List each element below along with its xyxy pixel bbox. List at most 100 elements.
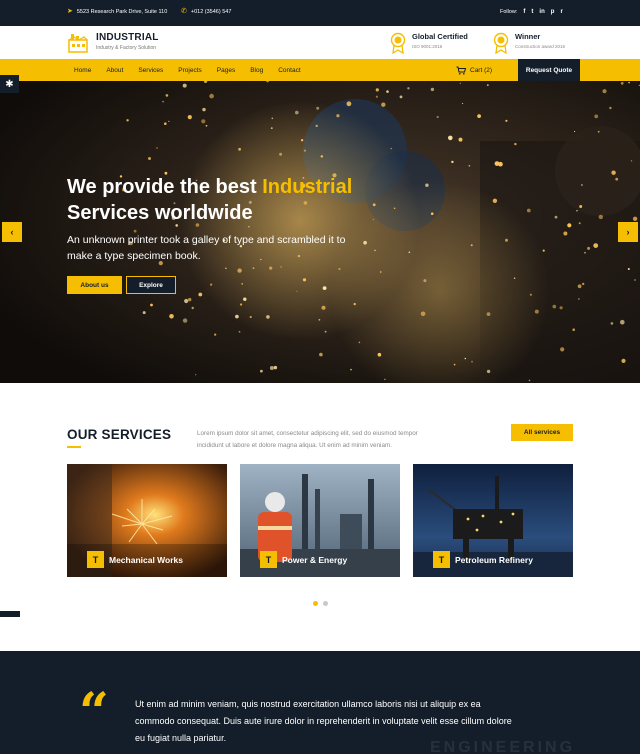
service-caption: T Mechanical Works	[87, 551, 183, 568]
spark	[209, 93, 214, 99]
spark	[303, 149, 306, 152]
nav-item-blog[interactable]: Blog	[250, 67, 263, 74]
spark	[321, 305, 326, 310]
spark	[567, 223, 572, 228]
spark	[142, 311, 146, 315]
spark	[238, 147, 242, 151]
service-card-mechanical[interactable]: T Mechanical Works	[67, 464, 227, 577]
phone-text[interactable]: +012 (3546) 547	[191, 9, 232, 15]
about-us-button[interactable]: About us	[67, 276, 122, 294]
spark	[513, 277, 516, 279]
spark	[486, 84, 489, 87]
spark	[578, 222, 581, 225]
award-winner: Winner Construction award 2016	[493, 32, 565, 54]
spark	[582, 282, 585, 286]
hero-subtitle: An unknown printer took a galley of type…	[67, 234, 346, 262]
spark	[386, 90, 389, 93]
spark	[374, 249, 376, 252]
spark	[237, 268, 242, 273]
spark	[269, 266, 273, 270]
nav-item-pages[interactable]: Pages	[217, 67, 235, 74]
service-card-petroleum[interactable]: T Petroleum Refinery	[413, 464, 573, 577]
cart-link[interactable]: Cart (2)	[456, 59, 492, 81]
spark	[280, 266, 282, 268]
testimonial-section: “ Ut enim ad minim veniam, quis nostrud …	[0, 651, 640, 754]
service-label[interactable]: Mechanical Works	[109, 555, 183, 565]
spark	[273, 365, 278, 370]
spark	[346, 101, 352, 107]
spark	[182, 318, 188, 323]
spark	[436, 115, 439, 119]
spark	[184, 298, 189, 304]
carousel-dot[interactable]	[323, 601, 328, 606]
spark	[420, 311, 426, 317]
brand-name[interactable]: INDUSTRIAL	[96, 32, 159, 43]
spark	[528, 379, 531, 382]
phone-icon: ✆	[181, 8, 187, 15]
factory-logo-icon[interactable]	[67, 31, 89, 53]
nav-item-projects[interactable]: Projects	[178, 67, 201, 74]
spark	[296, 290, 298, 292]
spark	[235, 314, 239, 319]
address-block: ➤ 5523 Research Park Drive, Suite 110	[67, 8, 167, 16]
spark	[375, 95, 378, 98]
spark	[205, 124, 208, 127]
hero-heading-part1: We provide the best	[67, 176, 263, 198]
spark	[322, 286, 327, 290]
spark	[210, 283, 213, 286]
pinterest-icon[interactable]: p	[551, 8, 555, 16]
spark	[248, 226, 250, 228]
spark	[350, 368, 352, 371]
spark	[252, 267, 255, 269]
service-caption: T Petroleum Refinery	[433, 551, 533, 568]
spark	[559, 306, 563, 310]
spark	[271, 117, 274, 120]
service-label[interactable]: Petroleum Refinery	[455, 555, 533, 565]
spark	[148, 157, 151, 160]
spark	[458, 137, 463, 142]
cart-label[interactable]: Cart (2)	[470, 67, 492, 74]
carousel-dot-active[interactable]	[313, 601, 318, 606]
spark	[302, 278, 307, 282]
spark	[191, 306, 194, 310]
spark	[611, 170, 616, 175]
nav-item-services[interactable]: Services	[138, 67, 163, 74]
all-services-button[interactable]: All services	[511, 424, 573, 441]
spark	[358, 341, 361, 344]
spark	[609, 106, 612, 110]
spark	[620, 81, 624, 85]
spark	[336, 114, 340, 118]
spark	[390, 147, 393, 150]
phone-block[interactable]: ✆ +012 (3546) 547	[181, 8, 231, 16]
spark	[602, 89, 607, 94]
rss-icon[interactable]: r	[560, 8, 562, 16]
spark	[126, 119, 129, 122]
social-links: Follow: f t in p r	[500, 8, 563, 16]
spark	[241, 283, 244, 285]
spark	[451, 160, 454, 164]
spark	[353, 302, 356, 306]
spark	[201, 119, 206, 124]
spark	[574, 130, 576, 133]
service-card-power[interactable]: T Power & Energy	[240, 464, 400, 577]
spark	[187, 115, 192, 120]
service-label[interactable]: Power & Energy	[282, 555, 347, 565]
slider-prev-arrow-icon[interactable]: ‹	[2, 222, 22, 242]
spark	[584, 251, 586, 254]
spark	[448, 135, 453, 141]
slider-next-arrow-icon[interactable]: ›	[618, 222, 638, 242]
settings-gear-icon[interactable]: ✱	[0, 75, 19, 93]
explore-button[interactable]: Explore	[126, 276, 176, 294]
spark	[593, 243, 599, 249]
spark	[279, 152, 283, 156]
facebook-icon[interactable]: f	[523, 8, 525, 16]
spark	[269, 366, 274, 370]
nav-item-about[interactable]: About	[106, 67, 123, 74]
linkedin-icon[interactable]: in	[539, 8, 544, 16]
spark	[630, 160, 633, 162]
twitter-icon[interactable]: t	[531, 8, 533, 16]
nav-item-contact[interactable]: Contact	[278, 67, 300, 74]
nav-item-home[interactable]: Home	[74, 67, 91, 74]
request-quote-button[interactable]: Request Quote	[518, 59, 580, 81]
spark	[162, 100, 165, 103]
